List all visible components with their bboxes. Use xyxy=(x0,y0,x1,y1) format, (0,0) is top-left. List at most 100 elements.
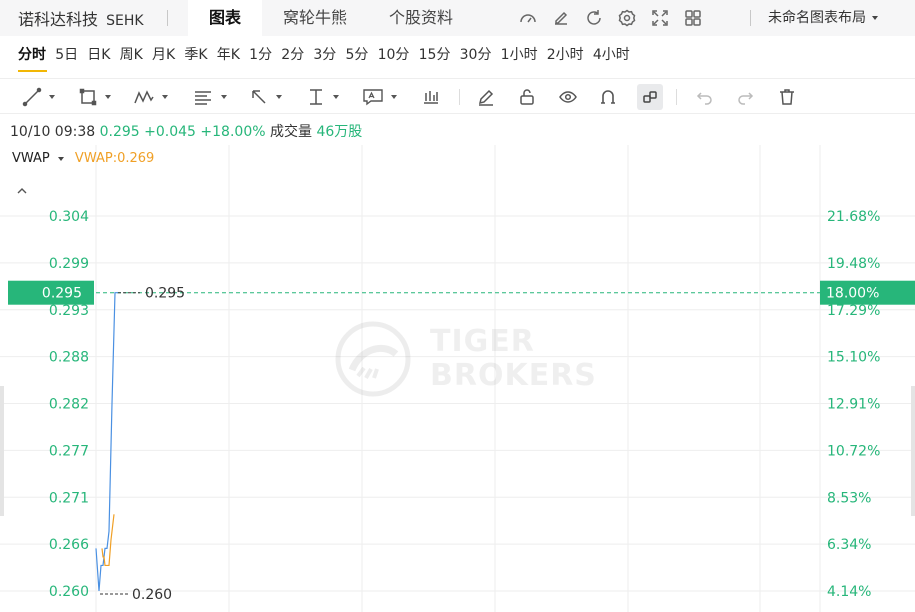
y-tick-label: 0.266 xyxy=(49,537,89,553)
text-tool-icon xyxy=(363,89,383,106)
period-2min[interactable]: 2分 xyxy=(277,36,309,76)
period-3min[interactable]: 3分 xyxy=(309,36,341,76)
pct-tick-label: 12.91% xyxy=(827,397,880,413)
indicator-row: VWAP VWAP:0.269 xyxy=(12,151,154,166)
left-panel-handle[interactable] xyxy=(0,386,4,516)
chevron-down-icon xyxy=(105,95,111,99)
layout-name: 未命名图表布局 xyxy=(768,10,866,26)
layout-grid-icon[interactable] xyxy=(683,8,703,28)
y-tick-label: 0.282 xyxy=(49,397,89,413)
divider xyxy=(167,10,168,26)
period-1min[interactable]: 1分 xyxy=(245,36,277,76)
period-intraday[interactable]: 分时 xyxy=(17,36,51,76)
lock-icon xyxy=(520,89,534,105)
line-tool-icon xyxy=(22,87,42,107)
bars-tool[interactable] xyxy=(421,85,441,109)
redo-tool[interactable] xyxy=(735,85,755,109)
undo-tool[interactable] xyxy=(695,85,715,109)
pct-tick-label: 10.72% xyxy=(827,443,880,459)
chevron-down-icon xyxy=(276,95,282,99)
right-panel-handle[interactable] xyxy=(911,386,915,516)
link-tool[interactable] xyxy=(637,84,663,110)
fullscreen-icon[interactable] xyxy=(650,8,670,28)
layout-select[interactable]: 未命名图表布局 xyxy=(768,0,878,36)
price-chart[interactable]: 0.304 21.68% 0.299 19.48% 0.293 17.29% 0.288 15… xyxy=(0,145,915,612)
indicator-name: VWAP xyxy=(12,151,50,166)
period-2h[interactable]: 2小时 xyxy=(542,36,588,76)
low-price-label: 0.260 xyxy=(132,587,172,603)
gauge-icon[interactable] xyxy=(518,8,538,28)
arrow-tool[interactable] xyxy=(249,85,282,109)
lock-tool[interactable] xyxy=(517,85,537,109)
pencil-icon xyxy=(478,89,494,106)
chevron-down-icon xyxy=(57,156,64,161)
indicator-selector[interactable]: VWAP xyxy=(12,151,64,166)
line-tool[interactable] xyxy=(22,85,55,109)
refresh-icon[interactable] xyxy=(584,8,604,28)
magnet-icon xyxy=(601,90,615,104)
pct-tick-label: 21.68% xyxy=(827,209,880,225)
period-monthly[interactable]: 月K xyxy=(147,36,179,76)
magnet-tool[interactable] xyxy=(598,85,618,109)
period-10min[interactable]: 10分 xyxy=(373,36,414,76)
fib-tool[interactable] xyxy=(192,85,227,109)
period-bar: 分时 5日 日K 周K 月K 季K 年K 1分 2分 3分 5分 10分 15分… xyxy=(0,36,915,76)
wave-tool-icon xyxy=(134,90,154,104)
quote-price: 0.295 xyxy=(99,124,140,140)
pct-tick-label: 17.29% xyxy=(827,303,880,319)
vwap-value: VWAP:0.269 xyxy=(74,151,155,166)
stock-name: 诺科达科技 xyxy=(18,10,99,29)
price-line xyxy=(95,292,118,592)
vertical-line-tool[interactable] xyxy=(306,85,339,109)
tab-chart[interactable]: 图表 xyxy=(188,0,263,36)
quote-line: 10/10 09:38 0.295 +0.045 +18.00% 成交量 46万… xyxy=(10,121,362,141)
volume-value: 46万股 xyxy=(316,124,363,140)
period-weekly[interactable]: 周K xyxy=(115,36,147,76)
period-1h[interactable]: 1小时 xyxy=(496,36,542,76)
tab-company-info[interactable]: 个股资料 xyxy=(368,0,474,36)
chevron-up-icon xyxy=(17,188,27,194)
bars-tool-icon xyxy=(424,91,438,104)
edit-icon[interactable] xyxy=(551,8,571,28)
chevron-down-icon xyxy=(872,16,878,20)
y-tick-label: 0.271 xyxy=(49,490,89,506)
volume-label: 成交量 xyxy=(270,124,312,140)
last-price-tag-label: 0.295 xyxy=(42,286,82,302)
high-price-label: 0.295 xyxy=(145,286,185,302)
y-tick-label: 0.288 xyxy=(49,350,89,366)
last-pct-tag-label: 18.00% xyxy=(826,286,879,302)
collapse-button[interactable] xyxy=(16,181,28,200)
undo-icon xyxy=(696,92,712,105)
period-30min[interactable]: 30分 xyxy=(455,36,496,76)
wave-tool[interactable] xyxy=(133,85,168,109)
y-tick-label: 0.299 xyxy=(49,256,89,272)
period-5min[interactable]: 5分 xyxy=(341,36,373,76)
y-tick-label: 0.277 xyxy=(49,443,89,459)
delete-tool[interactable] xyxy=(777,85,797,109)
link-icon xyxy=(643,91,657,103)
quote-time: 10/10 09:38 xyxy=(10,124,96,140)
divider xyxy=(750,10,751,26)
y-tick-label: 0.260 xyxy=(49,584,89,600)
period-5d[interactable]: 5日 xyxy=(51,36,83,76)
period-quarterly[interactable]: 季K xyxy=(180,36,212,76)
y-tick-label: 0.293 xyxy=(49,303,89,319)
settings-icon[interactable] xyxy=(617,8,637,28)
rectangle-tool[interactable] xyxy=(78,85,111,109)
top-icon-group xyxy=(518,0,703,36)
stock-title: 诺科达科技 SEHK xyxy=(0,6,190,30)
chevron-down-icon xyxy=(49,95,55,99)
visibility-tool[interactable] xyxy=(558,85,578,109)
tab-warrants[interactable]: 窝轮牛熊 xyxy=(262,0,368,36)
pencil-tool[interactable] xyxy=(476,85,496,109)
period-15min[interactable]: 15分 xyxy=(414,36,455,76)
eye-icon xyxy=(559,91,577,103)
period-4h[interactable]: 4小时 xyxy=(588,36,634,76)
period-yearly[interactable]: 年K xyxy=(212,36,244,76)
chevron-down-icon xyxy=(162,95,168,99)
period-daily[interactable]: 日K xyxy=(83,36,115,76)
pct-tick-label: 8.53% xyxy=(827,490,871,506)
redo-icon xyxy=(738,92,754,105)
divider xyxy=(459,89,460,105)
text-tool[interactable] xyxy=(362,85,397,109)
